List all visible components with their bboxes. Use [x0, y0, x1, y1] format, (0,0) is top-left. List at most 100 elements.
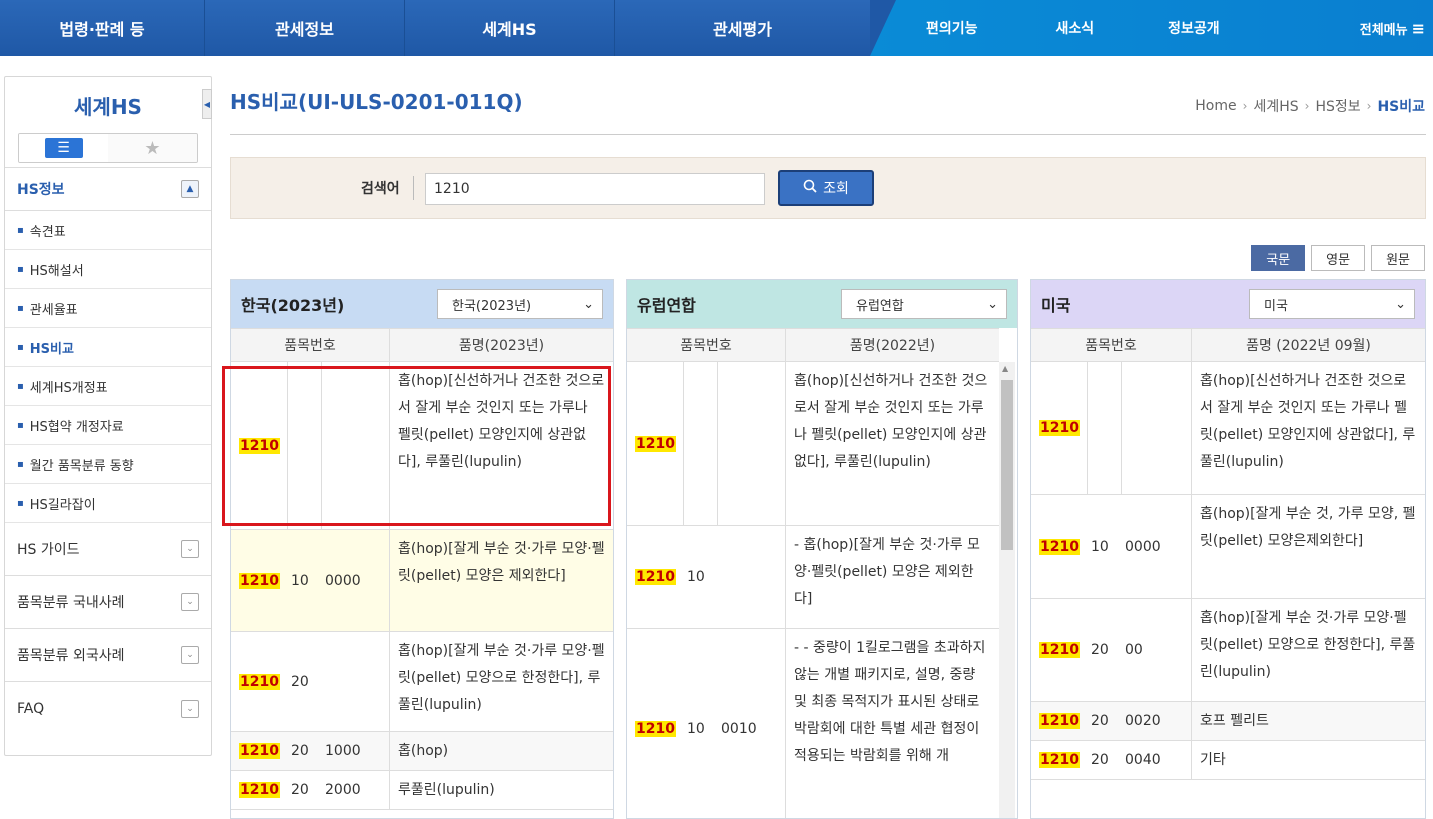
table-row[interactable]: 1210 20 00 홉(hop)[잘게 부순 것·가루 모양·펠릿(pelle…	[1031, 599, 1425, 702]
hs-code: 1210	[239, 572, 280, 589]
table-row[interactable]: 1210 10 0010 - - 중량이 1킬로그램을 초과하지 않는 개별 패…	[627, 629, 999, 818]
search-button[interactable]: 조회	[778, 170, 874, 206]
breadcrumb-world-hs[interactable]: 세계HS	[1253, 96, 1298, 116]
select-value: 한국(2023년)	[452, 298, 532, 314]
sidebar-item-monthly-trends[interactable]: ▪ 월간 품목분류 동향	[5, 445, 211, 484]
hs-sub: 20	[291, 782, 309, 798]
table-row[interactable]: 1210 10 0000 홉(hop)[잘게 부순 것·가루 모양·펠릿(pel…	[231, 530, 613, 632]
sidebar-view-toggle: ☰ ★	[18, 133, 198, 163]
sidebar: 세계HS ◀ ☰ ★ HS정보 ▲ ▪ 속견표 ▪ HS해설서 ▪ 관세율표 ▪ HS비…	[4, 76, 212, 756]
hs-nat: 00	[1125, 642, 1143, 658]
hs-nat	[321, 362, 389, 529]
sidebar-item-world-hs-revision[interactable]: ▪ 세계HS개정표	[5, 367, 211, 406]
chevron-down-icon[interactable]: ⌄	[181, 699, 199, 718]
table-row[interactable]: 1210 20 2000 루풀린(lupulin)	[231, 771, 613, 810]
column-header: 품목번호 품명 (2022년 09월)	[1031, 328, 1425, 362]
favorites-button[interactable]: ★	[108, 134, 197, 162]
table-row[interactable]: 1210 20 1000 홉(hop)	[231, 732, 613, 771]
bullet-icon: ▪	[17, 302, 24, 314]
sidebar-item-tariff-table[interactable]: ▪ 관세율표	[5, 289, 211, 328]
tab-korean[interactable]: 국문	[1251, 245, 1306, 271]
bullet-icon: ▪	[17, 224, 24, 236]
hs-sub	[1087, 362, 1121, 494]
search-button-label: 조회	[823, 181, 849, 197]
col-code: 품목번호	[284, 338, 336, 354]
table-row[interactable]: 1210 10 0000 홉(hop)[잘게 부순 것, 가루 모양, 펠릿(p…	[1031, 495, 1425, 599]
hs-nat	[321, 632, 389, 731]
bullet-icon: ▪	[17, 419, 24, 431]
sidebar-item-label: HS비교	[29, 341, 74, 357]
main-nav: 법령·판례 등 관세정보 세계HS 관세평가	[0, 0, 896, 56]
table-row[interactable]: 1210 10 - 홉(hop)[잘게 부순 것·가루 모양·펠릿(pellet…	[627, 526, 999, 629]
hs-nat	[1121, 362, 1191, 494]
table-row[interactable]: 1210 홉(hop)[신선하거나 건조한 것으로서 잘게 부순 것인지 또는 …	[627, 362, 999, 526]
panel-title: 미국	[1041, 296, 1071, 315]
sidebar-group-hs-guide[interactable]: HS 가이드 ⌄	[5, 523, 211, 576]
chevron-down-icon[interactable]: ⌄	[181, 646, 199, 664]
search-input[interactable]	[425, 173, 765, 205]
nav-info-disclosure[interactable]: 정보공개	[1168, 18, 1220, 38]
nav-world-hs[interactable]: 세계HS	[405, 0, 615, 56]
sidebar-item-quick-table[interactable]: ▪ 속견표	[5, 211, 211, 250]
hs-code: 1210	[239, 782, 280, 798]
sidebar-item-hs-compare[interactable]: ▪ HS비교	[5, 328, 211, 367]
hs-code: 1210	[1039, 642, 1080, 658]
item-desc: 루풀린(lupulin)	[389, 771, 613, 809]
list-view-button[interactable]: ☰	[19, 134, 108, 162]
all-menu-button[interactable]: 전체메뉴 ≡	[1360, 19, 1433, 38]
sidebar-group-foreign-cases[interactable]: 품목분류 외국사례 ⌄	[5, 629, 211, 682]
sidebar-item-label: HS협약 개정자료	[29, 419, 124, 435]
sidebar-item-hs-guide-path[interactable]: ▪ HS길라잡이	[5, 484, 211, 523]
chevron-up-icon[interactable]: ▲	[181, 180, 199, 198]
item-desc: - 홉(hop)[잘게 부순 것·가루 모양·펠릿(pellet) 모양은 제외…	[785, 526, 999, 628]
nav-customs-info[interactable]: 관세정보	[205, 0, 405, 56]
eu-scrollbar[interactable]: ▲	[999, 362, 1015, 818]
nav-news[interactable]: 새소식	[1056, 18, 1095, 38]
breadcrumb: Home › 세계HS › HS정보 › HS비교	[1195, 96, 1425, 116]
breadcrumb-home[interactable]: Home	[1195, 98, 1236, 114]
search-icon	[803, 179, 817, 197]
sidebar-item-hs-convention[interactable]: ▪ HS협약 개정자료	[5, 406, 211, 445]
sidebar-group-faq[interactable]: FAQ ⌄	[5, 682, 211, 735]
chevron-down-icon[interactable]: ⌄	[181, 540, 199, 558]
chevron-down-icon[interactable]: ⌄	[181, 593, 199, 611]
country-select[interactable]: 미국 ⌄	[1249, 289, 1415, 319]
table-row[interactable]: 1210 홉(hop)[신선하거나 건조한 것으로서 잘게 부순 것인지 또는 …	[1031, 362, 1425, 495]
nav-customs-valuation[interactable]: 관세평가	[615, 0, 870, 56]
hs-nat: 0010	[721, 720, 757, 737]
scrollbar-thumb[interactable]	[1001, 380, 1013, 550]
country-select[interactable]: 한국(2023년) ⌄	[437, 289, 603, 319]
hs-sub: 20	[1091, 642, 1109, 658]
scroll-up-icon[interactable]: ▲	[1002, 364, 1008, 373]
tab-original[interactable]: 원문	[1371, 245, 1425, 271]
sidebar-collapse-icon[interactable]: ◀	[202, 89, 212, 119]
hs-nat: 1000	[325, 743, 361, 759]
sidebar-title: 세계HS	[74, 94, 142, 119]
hs-code: 1210	[1039, 713, 1080, 729]
table-row[interactable]: 1210 20 0020 호프 펠리트	[1031, 702, 1425, 741]
hs-sub: 20	[291, 673, 309, 690]
search-divider	[413, 176, 414, 200]
nav-convenience[interactable]: 편의기능	[926, 18, 978, 38]
item-desc: - - 중량이 1킬로그램을 초과하지 않는 개별 패키지로, 설명, 중량 및…	[785, 629, 999, 818]
item-desc: 호프 펠리트	[1191, 702, 1425, 740]
sidebar-group-domestic-cases[interactable]: 품목분류 국내사례 ⌄	[5, 576, 211, 629]
table-row[interactable]: 1210 20 0040 기타	[1031, 741, 1425, 780]
sidebar-section-hs-info[interactable]: HS정보 ▲	[5, 167, 211, 211]
item-desc: 기타	[1191, 741, 1425, 779]
page-title: HS비교(UI-ULS-0201-011Q)	[230, 90, 523, 114]
breadcrumb-hs-info[interactable]: HS정보	[1315, 96, 1360, 116]
group-label: HS 가이드	[17, 542, 80, 558]
hs-nat	[717, 362, 785, 525]
select-value: 유럽연합	[856, 298, 904, 314]
table-row[interactable]: 1210 홉(hop)[신선하거나 건조한 것으로서 잘게 부순 것인지 또는 …	[231, 362, 613, 530]
table-row[interactable]: 1210 20 홉(hop)[잘게 부순 것·가루 모양·펠릿(pellet) …	[231, 632, 613, 732]
nav-law[interactable]: 법령·판례 등	[0, 0, 205, 56]
tab-english[interactable]: 영문	[1311, 245, 1366, 271]
sidebar-item-hs-notes[interactable]: ▪ HS해설서	[5, 250, 211, 289]
group-label: 품목분류 국내사례	[17, 595, 125, 611]
all-menu-label: 전체메뉴	[1359, 22, 1408, 38]
search-label: 검색어	[361, 181, 400, 197]
country-select[interactable]: 유럽연합 ⌄	[841, 289, 1007, 319]
panel-header: 미국 미국 ⌄	[1031, 280, 1425, 328]
